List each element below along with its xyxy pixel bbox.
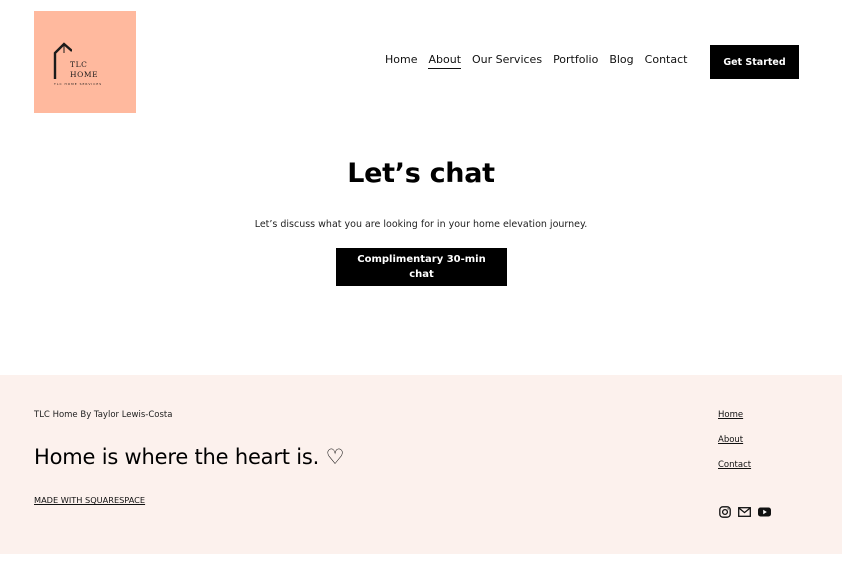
nav-contact[interactable]: Contact: [645, 53, 688, 69]
main-nav: Home About Our Services Portfolio Blog C…: [385, 53, 698, 69]
footer-tagline: Home is where the heart is. ♡: [34, 445, 345, 469]
logo-text-tlc: TLC: [70, 60, 88, 69]
footer-brand: TLC Home By Taylor Lewis-Costa: [34, 410, 173, 420]
made-with-squarespace-link[interactable]: MADE WITH SQUARESPACE: [34, 495, 145, 505]
site-logo[interactable]: TLC HOME TLC HOME SERVICES: [34, 11, 136, 113]
site-footer: TLC Home By Taylor Lewis-Costa Home is w…: [0, 375, 842, 554]
logo-tagline: TLC HOME SERVICES: [54, 82, 103, 86]
nav-blog[interactable]: Blog: [609, 53, 633, 69]
nav-portfolio[interactable]: Portfolio: [553, 53, 598, 69]
nav-our-services[interactable]: Our Services: [472, 53, 542, 69]
nav-about[interactable]: About: [428, 53, 462, 69]
book-chat-button[interactable]: Complimentary 30-min chat: [336, 248, 507, 286]
house-outline-icon: [53, 42, 72, 79]
footer-link-about[interactable]: About: [718, 435, 751, 445]
nav-home[interactable]: Home: [385, 53, 417, 69]
youtube-icon[interactable]: [758, 505, 771, 518]
social-links: [718, 505, 771, 518]
page-title: Let’s chat: [347, 158, 495, 189]
footer-link-contact[interactable]: Contact: [718, 460, 751, 470]
email-icon[interactable]: [738, 505, 751, 518]
logo-text-home: HOME: [70, 70, 99, 79]
get-started-button[interactable]: Get Started: [710, 45, 799, 79]
footer-links: Home About Contact: [718, 410, 751, 485]
footer-link-home[interactable]: Home: [718, 410, 751, 420]
hero-subtitle: Let’s discuss what you are looking for i…: [254, 219, 588, 230]
instagram-icon[interactable]: [718, 505, 731, 518]
